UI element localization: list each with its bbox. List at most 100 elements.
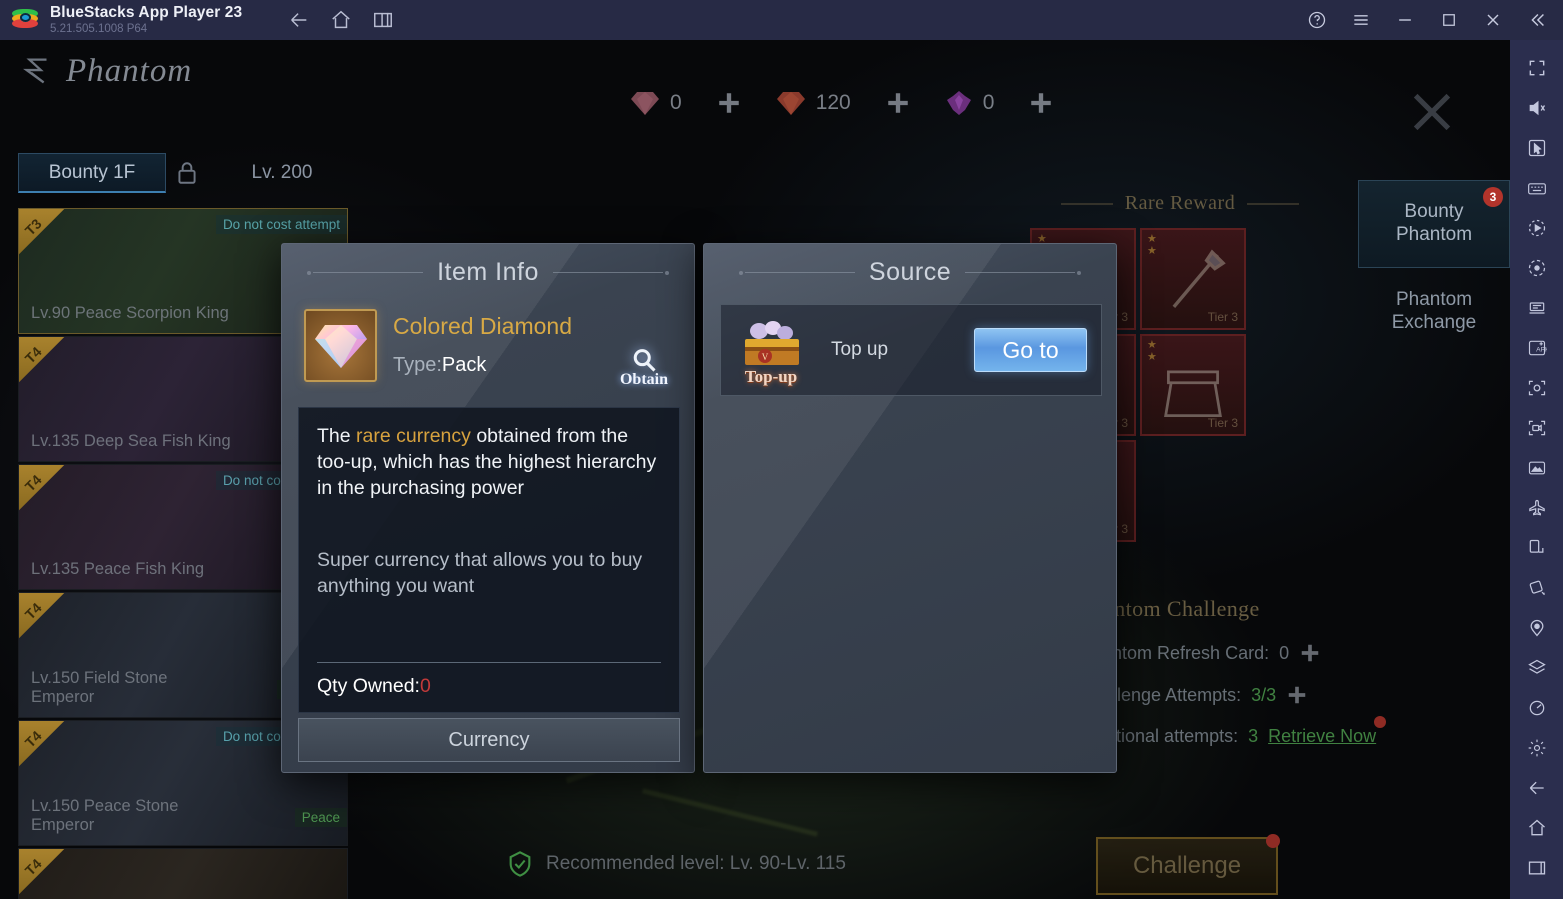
- bluestacks-logo: [12, 9, 38, 31]
- challenge-button[interactable]: Challenge: [1096, 834, 1280, 895]
- source-header: Source: [704, 258, 1116, 287]
- multi-instance-sync-icon[interactable]: [1517, 288, 1557, 328]
- divider-line: [1247, 202, 1300, 205]
- add-purple-gem-button[interactable]: [1028, 90, 1054, 116]
- multi-instance-icon[interactable]: [370, 7, 396, 33]
- layers-icon[interactable]: [1517, 648, 1557, 688]
- currency-value: 120: [815, 91, 851, 114]
- source-entry-row: V Top-up Top up Go to: [720, 304, 1102, 396]
- cursor-icon[interactable]: [1517, 128, 1557, 168]
- qty-value: 0: [419, 675, 431, 697]
- home-icon[interactable]: [328, 7, 354, 33]
- add-colored-diamond-button[interactable]: [716, 90, 742, 116]
- retrieve-now-link[interactable]: Retrieve Now: [1268, 716, 1387, 747]
- tier-label: T3: [21, 215, 45, 239]
- challenge-button-label: Challenge: [1132, 852, 1242, 879]
- divider-line: [965, 270, 1082, 275]
- no-attempt-chip: Do not cost attempt: [215, 215, 347, 234]
- item-summary: Colored Diamond Type:Pack Obtain: [282, 287, 694, 388]
- spear-item-icon: [1152, 244, 1234, 310]
- location-icon[interactable]: [1517, 608, 1557, 648]
- refresh-card-row: Phantom Refresh Card: 0: [1080, 642, 1380, 664]
- red-diamond-currency: 120: [776, 90, 851, 116]
- tier-label: T4: [21, 343, 45, 367]
- tier-badge: T4: [19, 337, 83, 401]
- divider-line: [307, 270, 424, 275]
- tab-line-1: Phantom: [1395, 289, 1473, 311]
- currency-value: 0: [982, 91, 995, 114]
- reward-slot[interactable]: ★★ Tier 3: [1140, 334, 1246, 436]
- install-apk-icon[interactable]: APK: [1517, 328, 1557, 368]
- currency-tab[interactable]: Currency: [298, 718, 680, 762]
- menu-icon[interactable]: [1349, 8, 1373, 32]
- go-to-button[interactable]: Go to: [974, 328, 1087, 372]
- qty-label: Qty Owned:: [317, 675, 420, 697]
- boss-name: Lv.90 Peace Scorpion King: [31, 304, 229, 323]
- game-header: Phantom: [18, 52, 192, 90]
- macro-play-icon[interactable]: [1517, 208, 1557, 248]
- android-recents-icon[interactable]: [1517, 848, 1557, 888]
- mute-icon[interactable]: [1517, 88, 1557, 128]
- source-title: Source: [868, 258, 952, 286]
- item-name: Colored Diamond: [393, 313, 572, 339]
- boss-name: Lv.150 Field Stone Emperor: [31, 669, 168, 707]
- add-red-diamond-button[interactable]: [885, 90, 911, 116]
- tier-label: T4: [21, 471, 45, 495]
- tilt-icon[interactable]: [1517, 568, 1557, 608]
- qty-owned: Qty Owned:0: [317, 675, 661, 698]
- close-icon[interactable]: [1481, 8, 1505, 32]
- video-record-icon[interactable]: [1517, 408, 1557, 448]
- tab-bounty-1f[interactable]: Bounty 1F: [18, 153, 166, 193]
- item-type-label: Type:: [393, 354, 442, 376]
- record-icon[interactable]: [1517, 248, 1557, 288]
- skirt-item-icon: [1152, 350, 1234, 417]
- maximize-icon[interactable]: [1437, 8, 1461, 32]
- help-icon[interactable]: [1305, 8, 1329, 32]
- game-viewport: Phantom 0 120 0 Bounty 1F Lv. 200 T3 Do …: [0, 40, 1510, 899]
- android-back-icon[interactable]: [1517, 768, 1557, 808]
- tab-lv-200[interactable]: Lv. 200: [208, 153, 356, 193]
- tab-line-2: Phantom: [1395, 224, 1473, 245]
- right-tab-group: Bounty Phantom 3 Phantom Exchange: [1358, 180, 1510, 356]
- purple-gem-icon: [946, 91, 971, 115]
- media-manager-icon[interactable]: [1517, 448, 1557, 488]
- settings-gear-icon[interactable]: [1517, 728, 1557, 768]
- game-close-button[interactable]: [1404, 84, 1460, 140]
- check-shield-icon: [506, 850, 534, 878]
- rare-reward-title: Rare Reward: [1124, 192, 1236, 214]
- shake-icon[interactable]: [1517, 688, 1557, 728]
- screenshot-icon[interactable]: [1517, 368, 1557, 408]
- airplane-mode-icon[interactable]: [1517, 488, 1557, 528]
- rare-reward-header: Rare Reward: [1030, 192, 1330, 215]
- tab-line-2: Exchange: [1391, 312, 1477, 333]
- add-refresh-card-button[interactable]: [1299, 642, 1321, 664]
- bluestacks-sidebar: APK: [1510, 40, 1563, 899]
- add-attempts-button[interactable]: [1286, 684, 1308, 706]
- reward-slot[interactable]: ★★ Tier 3: [1140, 228, 1246, 330]
- tier-label: T4: [21, 599, 45, 623]
- purple-gem-currency: 0: [945, 90, 995, 116]
- attempts-value: 3/3: [1251, 684, 1277, 705]
- top-up-icon-label: Top-up: [744, 367, 798, 386]
- challenge-attempts-row: Challenge Attempts: 3/3: [1080, 684, 1380, 706]
- android-home-icon[interactable]: [1517, 808, 1557, 848]
- source-panel: Source V Top-up Top up Go to: [703, 243, 1117, 773]
- tab-phantom-exchange[interactable]: Phantom Exchange: [1358, 268, 1510, 356]
- tier-badge: T3: [19, 209, 83, 273]
- tier-badge: T4: [19, 721, 83, 785]
- refresh-card-value: 0: [1279, 642, 1290, 663]
- tier-label: T4: [21, 855, 45, 879]
- tab-line-1: Bounty: [1404, 201, 1464, 223]
- collapse-icon[interactable]: [1525, 8, 1549, 32]
- fullscreen-icon[interactable]: [1517, 48, 1557, 88]
- item-icon-frame: [304, 309, 377, 382]
- back-icon[interactable]: [286, 7, 312, 33]
- keyboard-controls-icon[interactable]: [1517, 168, 1557, 208]
- top-up-chest-icon: V Top-up: [735, 315, 807, 386]
- rotate-screen-icon[interactable]: [1517, 528, 1557, 568]
- obtain-button[interactable]: Obtain: [614, 339, 674, 395]
- tab-bounty-phantom[interactable]: Bounty Phantom 3: [1358, 180, 1510, 268]
- minimize-icon[interactable]: [1393, 8, 1417, 32]
- boss-list-item[interactable]: T4: [18, 848, 348, 899]
- currency-value: 0: [670, 91, 682, 114]
